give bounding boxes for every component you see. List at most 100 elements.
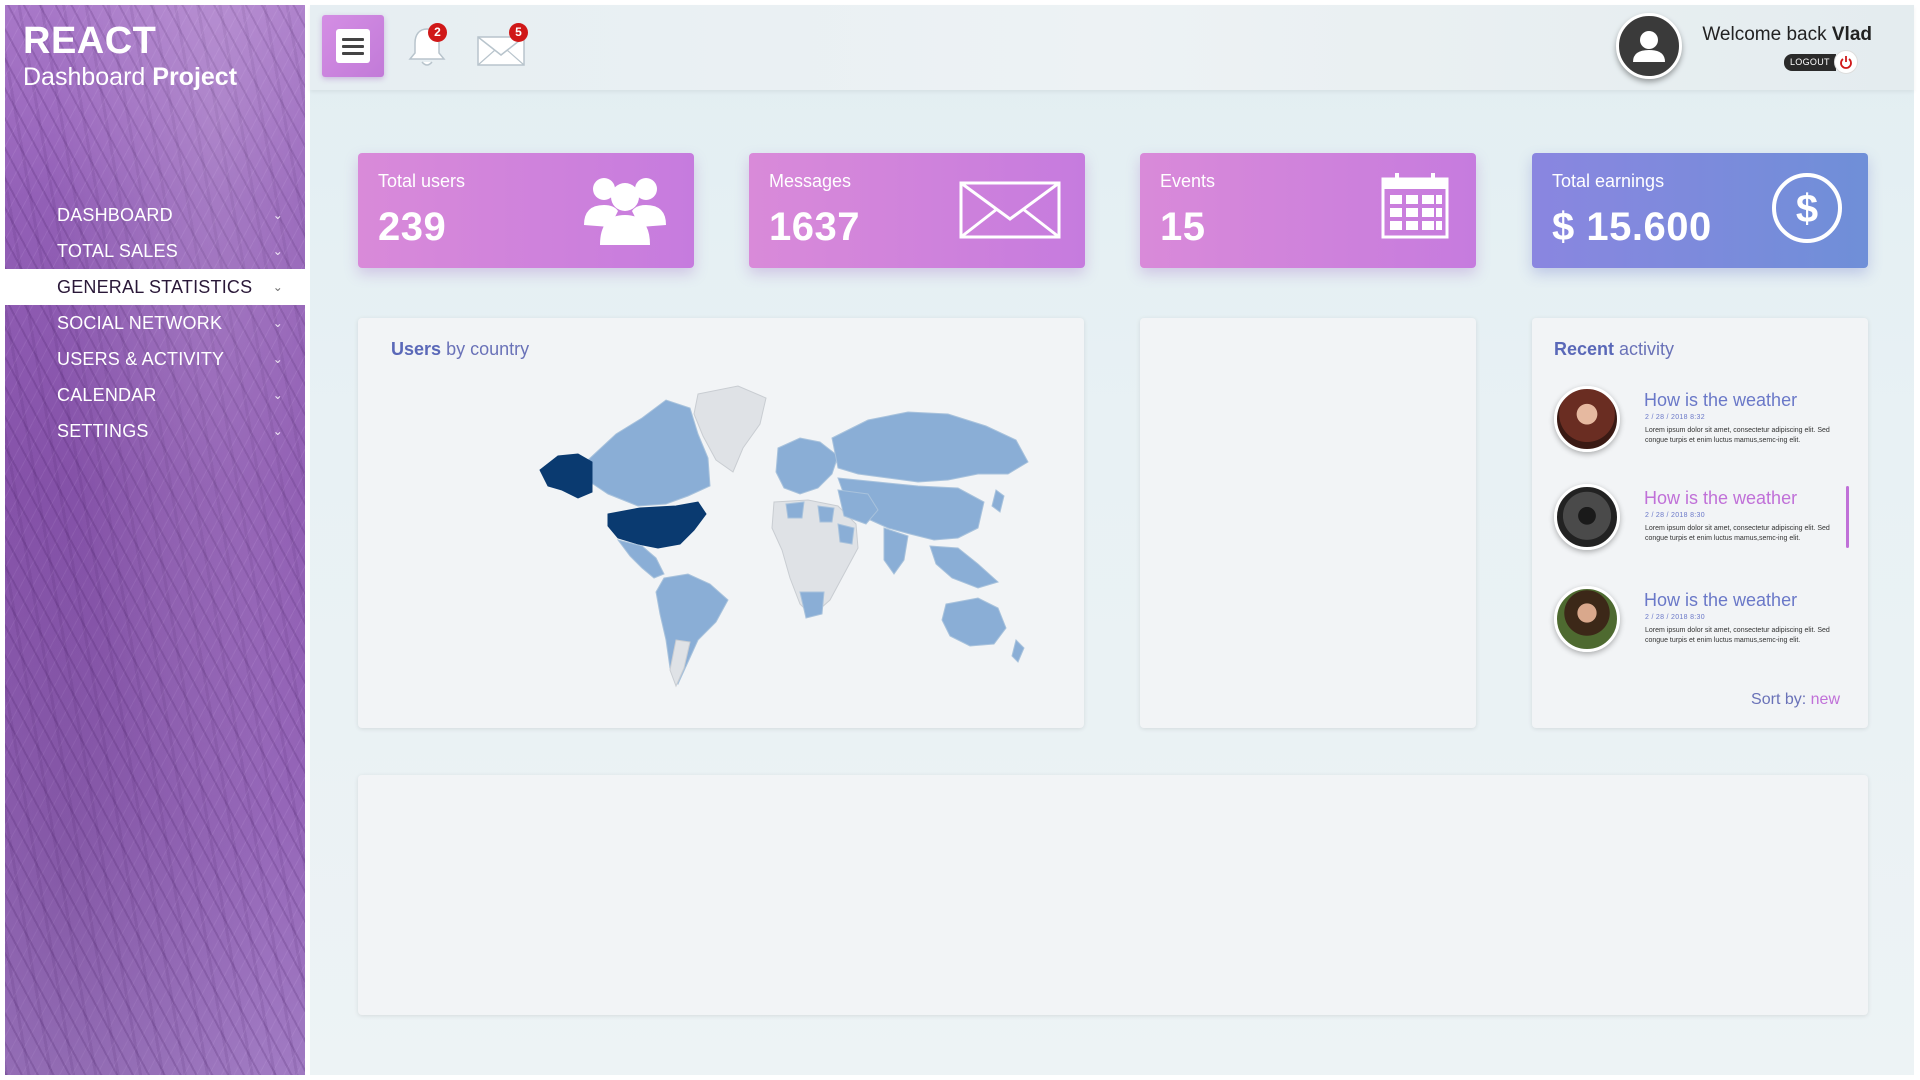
logout-control[interactable]: LOGOUT — [1784, 50, 1858, 74]
card-value: 15 — [1160, 205, 1206, 249]
avatar — [1554, 586, 1620, 652]
envelope-icon — [959, 181, 1061, 239]
user-name: Vlad — [1831, 24, 1872, 45]
sidebar-item-label: SOCIAL NETWORK — [57, 312, 223, 333]
card-value: $ 15.600 — [1552, 205, 1712, 249]
map-region-australia — [941, 597, 1007, 647]
main-content: 2 5 Welcome back Vlad LOGOUT Total users… — [310, 5, 1914, 1075]
notifications-badge: 2 — [428, 23, 447, 42]
map-region-europe — [775, 437, 839, 495]
sidebar: REACT Dashboard Project DASHBOARD ⌄ TOTA… — [5, 5, 305, 1075]
sidebar-item-dashboard[interactable]: DASHBOARD ⌄ — [5, 197, 305, 233]
stat-card-messages[interactable]: Messages 1637 — [749, 153, 1085, 268]
activity-scrollbar[interactable] — [1846, 486, 1849, 548]
panel-title-bold: Recent — [1554, 339, 1615, 359]
sort-label: Sort by: — [1751, 691, 1807, 708]
card-value: 1637 — [769, 205, 860, 249]
welcome-message: Welcome back Vlad — [1702, 24, 1872, 46]
chevron-down-icon: ⌄ — [272, 316, 283, 330]
activity-text: Lorem ipsum dolor sit amet, consectetur … — [1645, 525, 1830, 542]
sort-value[interactable]: new — [1811, 691, 1840, 708]
card-label: Total earnings — [1552, 171, 1665, 191]
chevron-down-icon: ⌄ — [272, 208, 283, 222]
power-icon[interactable] — [1833, 50, 1858, 74]
activity-item[interactable]: How is the weather 2 / 28 / 2018 8:30 Lo… — [1554, 586, 1854, 666]
chevron-down-icon: ⌄ — [272, 280, 283, 294]
world-map[interactable] — [538, 378, 1038, 698]
chevron-down-icon: ⌄ — [272, 424, 283, 438]
welcome-prefix: Welcome back — [1702, 24, 1827, 45]
brand-subtitle: Dashboard Project — [23, 62, 237, 92]
card-label: Total users — [378, 171, 466, 191]
user-avatar[interactable] — [1616, 13, 1682, 79]
brand-subtitle-bold: Project — [152, 63, 238, 91]
card-label: Messages — [769, 171, 852, 191]
users-group-icon — [584, 178, 666, 245]
panel-title-rest: by country — [446, 339, 530, 359]
map-region-japan — [991, 489, 1005, 513]
sidebar-item-label: CALENDAR — [57, 384, 157, 405]
sidebar-item-general-statistics[interactable]: GENERAL STATISTICS ⌄ — [5, 269, 305, 305]
user-silhouette-icon — [1633, 31, 1665, 62]
users-by-country-panel: Users by country — [358, 318, 1084, 728]
map-region-se-asia — [929, 545, 999, 589]
activity-title[interactable]: How is the weather — [1644, 590, 1797, 611]
sidebar-item-users-activity[interactable]: USERS & ACTIVITY ⌄ — [5, 341, 305, 377]
map-region-south-america — [655, 573, 729, 686]
map-region-new-zealand — [1011, 639, 1025, 663]
chevron-down-icon: ⌄ — [272, 244, 283, 258]
brand-subtitle-light: Dashboard — [23, 63, 146, 91]
sidebar-item-label: TOTAL SALES — [57, 240, 178, 261]
activity-text: Lorem ipsum dolor sit amet, consectetur … — [1645, 627, 1830, 644]
avatar — [1554, 484, 1620, 550]
map-region-india — [883, 527, 909, 575]
sidebar-item-label: DASHBOARD — [57, 204, 173, 225]
activity-date: 2 / 28 / 2018 8:30 — [1645, 512, 1705, 519]
sidebar-item-label: USERS & ACTIVITY — [57, 348, 225, 369]
activity-date: 2 / 28 / 2018 8:32 — [1645, 414, 1705, 421]
sidebar-nav: DASHBOARD ⌄ TOTAL SALES ⌄ GENERAL STATIS… — [5, 197, 305, 449]
sidebar-item-settings[interactable]: SETTINGS ⌄ — [5, 413, 305, 449]
activity-text: Lorem ipsum dolor sit amet, consectetur … — [1645, 427, 1830, 444]
chevron-down-icon: ⌄ — [272, 352, 283, 366]
recent-activity-panel: Recent activity How is the weather 2 / 2… — [1532, 318, 1868, 728]
dollar-circle-icon: $ — [1772, 173, 1842, 243]
sidebar-item-calendar[interactable]: CALENDAR ⌄ — [5, 377, 305, 413]
panel-title-bold: Users — [391, 339, 442, 359]
sort-control[interactable]: Sort by: new — [1751, 691, 1840, 709]
calendar-icon — [1381, 173, 1449, 239]
top-bar: 2 5 Welcome back Vlad LOGOUT — [310, 5, 1914, 90]
sidebar-item-total-sales[interactable]: TOTAL SALES ⌄ — [5, 233, 305, 269]
activity-title[interactable]: How is the weather — [1644, 488, 1797, 509]
panel-title: Users by country — [391, 339, 529, 360]
sidebar-item-social-network[interactable]: SOCIAL NETWORK ⌄ — [5, 305, 305, 341]
sidebar-item-label: SETTINGS — [57, 420, 149, 441]
stat-card-events[interactable]: Events 15 — [1140, 153, 1476, 268]
activity-item[interactable]: How is the weather 2 / 28 / 2018 8:30 Lo… — [1554, 484, 1854, 564]
messages-button[interactable]: 5 — [476, 23, 528, 73]
activity-item[interactable]: How is the weather 2 / 28 / 2018 8:32 Lo… — [1554, 386, 1854, 466]
notifications-button[interactable]: 2 — [406, 23, 454, 73]
activity-title[interactable]: How is the weather — [1644, 390, 1797, 411]
map-region-russia — [831, 411, 1029, 483]
svg-text:$: $ — [1796, 187, 1818, 231]
menu-toggle-button[interactable] — [322, 15, 384, 77]
empty-widget-panel — [1140, 318, 1476, 728]
card-label: Events — [1160, 171, 1216, 191]
card-value: 239 — [378, 205, 447, 249]
sidebar-item-label: GENERAL STATISTICS — [57, 276, 253, 297]
logout-button[interactable]: LOGOUT — [1784, 53, 1836, 71]
map-region-canada — [587, 399, 711, 507]
map-region-southern-africa — [799, 591, 825, 619]
bottom-widget-panel — [358, 775, 1868, 1015]
panel-title-rest: activity — [1619, 339, 1675, 359]
messages-badge: 5 — [509, 23, 528, 42]
panel-title: Recent activity — [1554, 339, 1674, 360]
map-region-alaska — [539, 453, 593, 499]
activity-date: 2 / 28 / 2018 8:30 — [1645, 614, 1705, 621]
avatar — [1554, 386, 1620, 452]
stat-card-total-earnings[interactable]: Total earnings $ 15.600 $ — [1532, 153, 1868, 268]
brand-title: REACT — [23, 20, 157, 62]
hamburger-menu-icon — [336, 29, 370, 63]
stat-card-total-users[interactable]: Total users 239 — [358, 153, 694, 268]
